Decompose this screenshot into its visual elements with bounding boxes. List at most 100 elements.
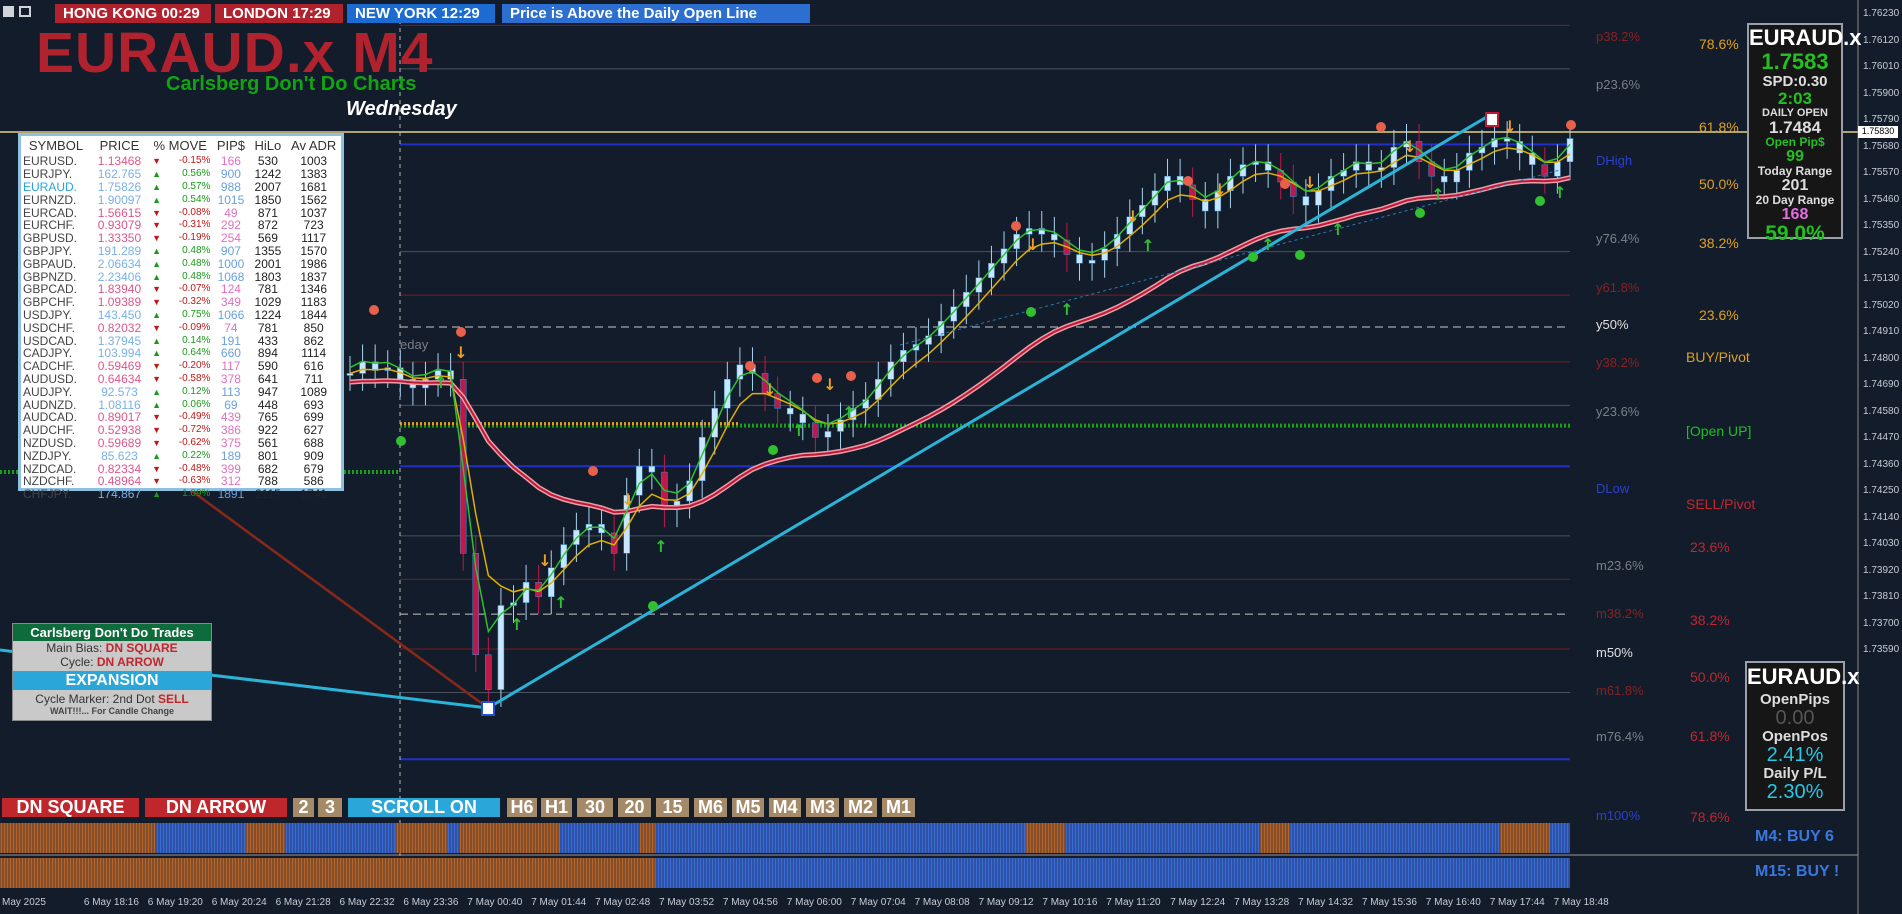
watchlist-header[interactable]: HiLo <box>249 136 286 155</box>
hilo-cell: 2115 <box>254 487 281 502</box>
watchlist-row[interactable]: GBPAUD. 2.06634 ▲ 0.48% 1000 2001 1986 <box>21 257 341 270</box>
watchlist-row[interactable]: GBPUSD. 1.33350 ▼ -0.19% 254 569 1117 <box>21 232 341 245</box>
watchlist-row[interactable]: AUDCHF. 0.52938 ▼ -0.72% 386 922 627 <box>21 424 341 437</box>
watchlist-row[interactable]: AUDJPY. 92.573 ▲ 0.12% 113 947 1089 <box>21 385 341 398</box>
pips-cell: 166 <box>220 154 241 169</box>
level-label: m61.8% <box>1596 683 1644 698</box>
watchlist-panel[interactable]: SYMBOL PRICE% MOVE PIP$ HiLo Av ADR EURUSD. 1… <box>18 133 344 500</box>
pips-cell: 117 <box>221 359 241 374</box>
tf-m2-button[interactable]: M2 <box>844 798 877 817</box>
watchlist-row[interactable]: GBPNZD. 2.23406 ▲ 0.48% 1068 1803 1837 <box>21 270 341 283</box>
candle-body <box>1000 248 1008 264</box>
price-axis-tick: 1.73810 <box>1863 591 1900 602</box>
hilo-cell: 1029 <box>254 295 282 310</box>
dn-square-button[interactable]: DN SQUARE <box>2 798 139 817</box>
watchlist-row[interactable]: CADJPY. 103.994 ▲ 0.64% 660 894 1114 <box>21 347 341 360</box>
toolbar-icon-2[interactable] <box>19 6 31 17</box>
tf-m6-button[interactable]: M6 <box>694 798 727 817</box>
tf-20-button[interactable]: 20 <box>618 798 651 817</box>
dn-arrow-button[interactable]: DN ARROW <box>145 798 287 817</box>
move-cell: 0.54% <box>182 193 211 205</box>
watchlist-row[interactable]: EURNZD. 1.90097 ▲ 0.54% 1015 1850 1562 <box>21 193 341 206</box>
candle-body <box>636 466 643 496</box>
tf-m3-button[interactable]: M3 <box>806 798 839 817</box>
watchlist-header[interactable]: PIP$ <box>212 136 249 155</box>
tf-m5-button[interactable]: M5 <box>732 798 764 817</box>
price-axis-tick: 1.73590 <box>1863 644 1900 655</box>
hilo-cell: 590 <box>257 359 278 374</box>
tf-h1-button[interactable]: H1 <box>541 798 572 817</box>
symbol-cell: GBPNZD. <box>23 269 77 284</box>
direction-arrow-icon: ▲ <box>152 386 162 397</box>
watchlist-row[interactable]: AUDUSD. 0.64634 ▼ -0.58% 378 641 711 <box>21 373 341 386</box>
candle-body <box>346 373 354 376</box>
watchlist-row[interactable]: AUDCAD. 0.89017 ▼ -0.49% 439 765 699 <box>21 411 341 424</box>
watchlist-row[interactable]: EURCAD. 1.56615 ▼ -0.08% 49 871 1037 <box>21 206 341 219</box>
watchlist-row[interactable]: EURUSD. 1.13468 ▼ -0.15% 166 530 1003 <box>21 155 341 168</box>
hilo-cell: 2007 <box>254 179 282 194</box>
watchlist-row[interactable]: GBPCHF. 1.09389 ▼ -0.32% 349 1029 1183 <box>21 296 341 309</box>
pips-cell: 124 <box>220 282 241 297</box>
watchlist-row[interactable]: CADCHF. 0.59469 ▼ -0.20% 117 590 616 <box>21 360 341 373</box>
watchlist-row[interactable]: NZDCAD. 0.82334 ▼ -0.48% 399 682 679 <box>21 462 341 475</box>
direction-arrow-icon: ▼ <box>152 425 162 436</box>
m4-strip <box>1065 823 1260 853</box>
price-cell: 0.52938 <box>97 423 142 438</box>
slow-ma-glow <box>349 175 1571 515</box>
move-cell: 0.56% <box>182 168 211 180</box>
candle-body <box>1302 196 1310 206</box>
hilo-cell: 801 <box>257 448 278 463</box>
tf-15-button[interactable]: 15 <box>656 798 689 817</box>
watchlist-row[interactable]: USDCAD. 1.37945 ▲ 0.14% 191 433 862 <box>21 334 341 347</box>
tf-m4-button[interactable]: M4 <box>769 798 801 817</box>
watchlist-header[interactable]: % MOVE <box>148 136 212 155</box>
direction-arrow-icon: ▼ <box>152 322 162 333</box>
scroll-on-button[interactable]: SCROLL ON <box>348 798 500 817</box>
fib-label: 50.0% <box>1699 176 1739 192</box>
direction-arrow-icon: ▲ <box>152 348 162 359</box>
level-3-button[interactable]: 3 <box>318 798 342 817</box>
watchlist-row[interactable]: USDCHF. 0.82032 ▼ -0.09% 74 781 850 <box>21 321 341 334</box>
watchlist-row[interactable]: CHFJPY. 174.867 ▲ 1.09% 1891 2115 1741 <box>21 488 341 501</box>
buy-dot <box>768 445 778 455</box>
info-open-pips: 99 <box>1786 148 1804 165</box>
tf-h6-button[interactable]: H6 <box>507 798 537 817</box>
pips-cell: 399 <box>220 461 241 476</box>
price-cell: 85.623 <box>101 448 138 463</box>
level-2-button[interactable]: 2 <box>293 798 314 817</box>
cycle-marker-value: SELL <box>158 692 189 706</box>
watchlist-row[interactable]: GBPJPY. 191.289 ▲ 0.48% 907 1355 1570 <box>21 245 341 258</box>
level-label: m50% <box>1596 645 1633 660</box>
trend-line-main <box>487 113 1491 710</box>
pl-daily: 2.30% <box>1766 781 1824 803</box>
watchlist-header[interactable]: Av ADR <box>286 136 341 155</box>
symbol-cell: AUDCHF. <box>23 423 76 438</box>
watchlist-row[interactable]: AUDNZD. 1.08116 ▲ 0.06% 69 448 693 <box>21 398 341 411</box>
price-cell: 103.994 <box>97 346 142 361</box>
watchlist-row[interactable]: EURJPY. 162.765 ▲ 0.56% 900 1242 1383 <box>21 168 341 181</box>
watchlist-row[interactable]: NZDJPY. 85.623 ▲ 0.22% 189 801 909 <box>21 449 341 462</box>
watchlist-row[interactable]: NZDUSD. 0.59689 ▼ -0.62% 375 561 688 <box>21 437 341 450</box>
candle-body <box>786 407 794 415</box>
watchlist-row[interactable]: USDJPY. 143.450 ▲ 0.75% 1066 1224 1844 <box>21 309 341 322</box>
main-bias-value: DN SQUARE <box>105 641 178 655</box>
up-arrow-marker: ↑ <box>434 373 447 392</box>
watchlist-row[interactable]: EURCHF. 0.93079 ▼ -0.31% 292 872 723 <box>21 219 341 232</box>
symbol-cell: USDCAD. <box>23 333 78 348</box>
move-cell: -0.07% <box>178 283 211 295</box>
adr-cell: 1986 <box>300 256 328 271</box>
watchlist-row[interactable]: GBPCAD. 1.83940 ▼ -0.07% 124 781 1346 <box>21 283 341 296</box>
toolbar-icon-1[interactable] <box>3 6 14 17</box>
price-cell: 1.90097 <box>97 192 142 207</box>
tf-30-button[interactable]: 30 <box>577 798 613 817</box>
down-square-marker <box>1485 112 1499 127</box>
symbol-cell: NZDJPY. <box>23 448 72 463</box>
price-cell: 0.89017 <box>97 410 142 425</box>
watchlist-row[interactable]: NZDCHF. 0.48964 ▼ -0.63% 312 788 586 <box>21 475 341 488</box>
symbol-cell: GBPCHF. <box>23 295 76 310</box>
watchlist-row[interactable]: EURAUD. 1.75826 ▲ 0.57% 988 2007 1681 <box>21 181 341 194</box>
tf-m1-button[interactable]: M1 <box>882 798 915 817</box>
watchlist-header[interactable]: SYMBOL <box>21 136 91 155</box>
chart-window[interactable]: ↓ ↓ ↓ ↓ ↓ ↓ ↓ ↓ ↓ ↓ ↓ ↑ ↑ ↑ ↑ ↑ ↑ ↑ ↑ ↑ ↑ ↑ ↑ HONG KONG 00:29 … <box>0 0 1902 914</box>
watchlist-header[interactable]: PRICE <box>91 136 148 155</box>
